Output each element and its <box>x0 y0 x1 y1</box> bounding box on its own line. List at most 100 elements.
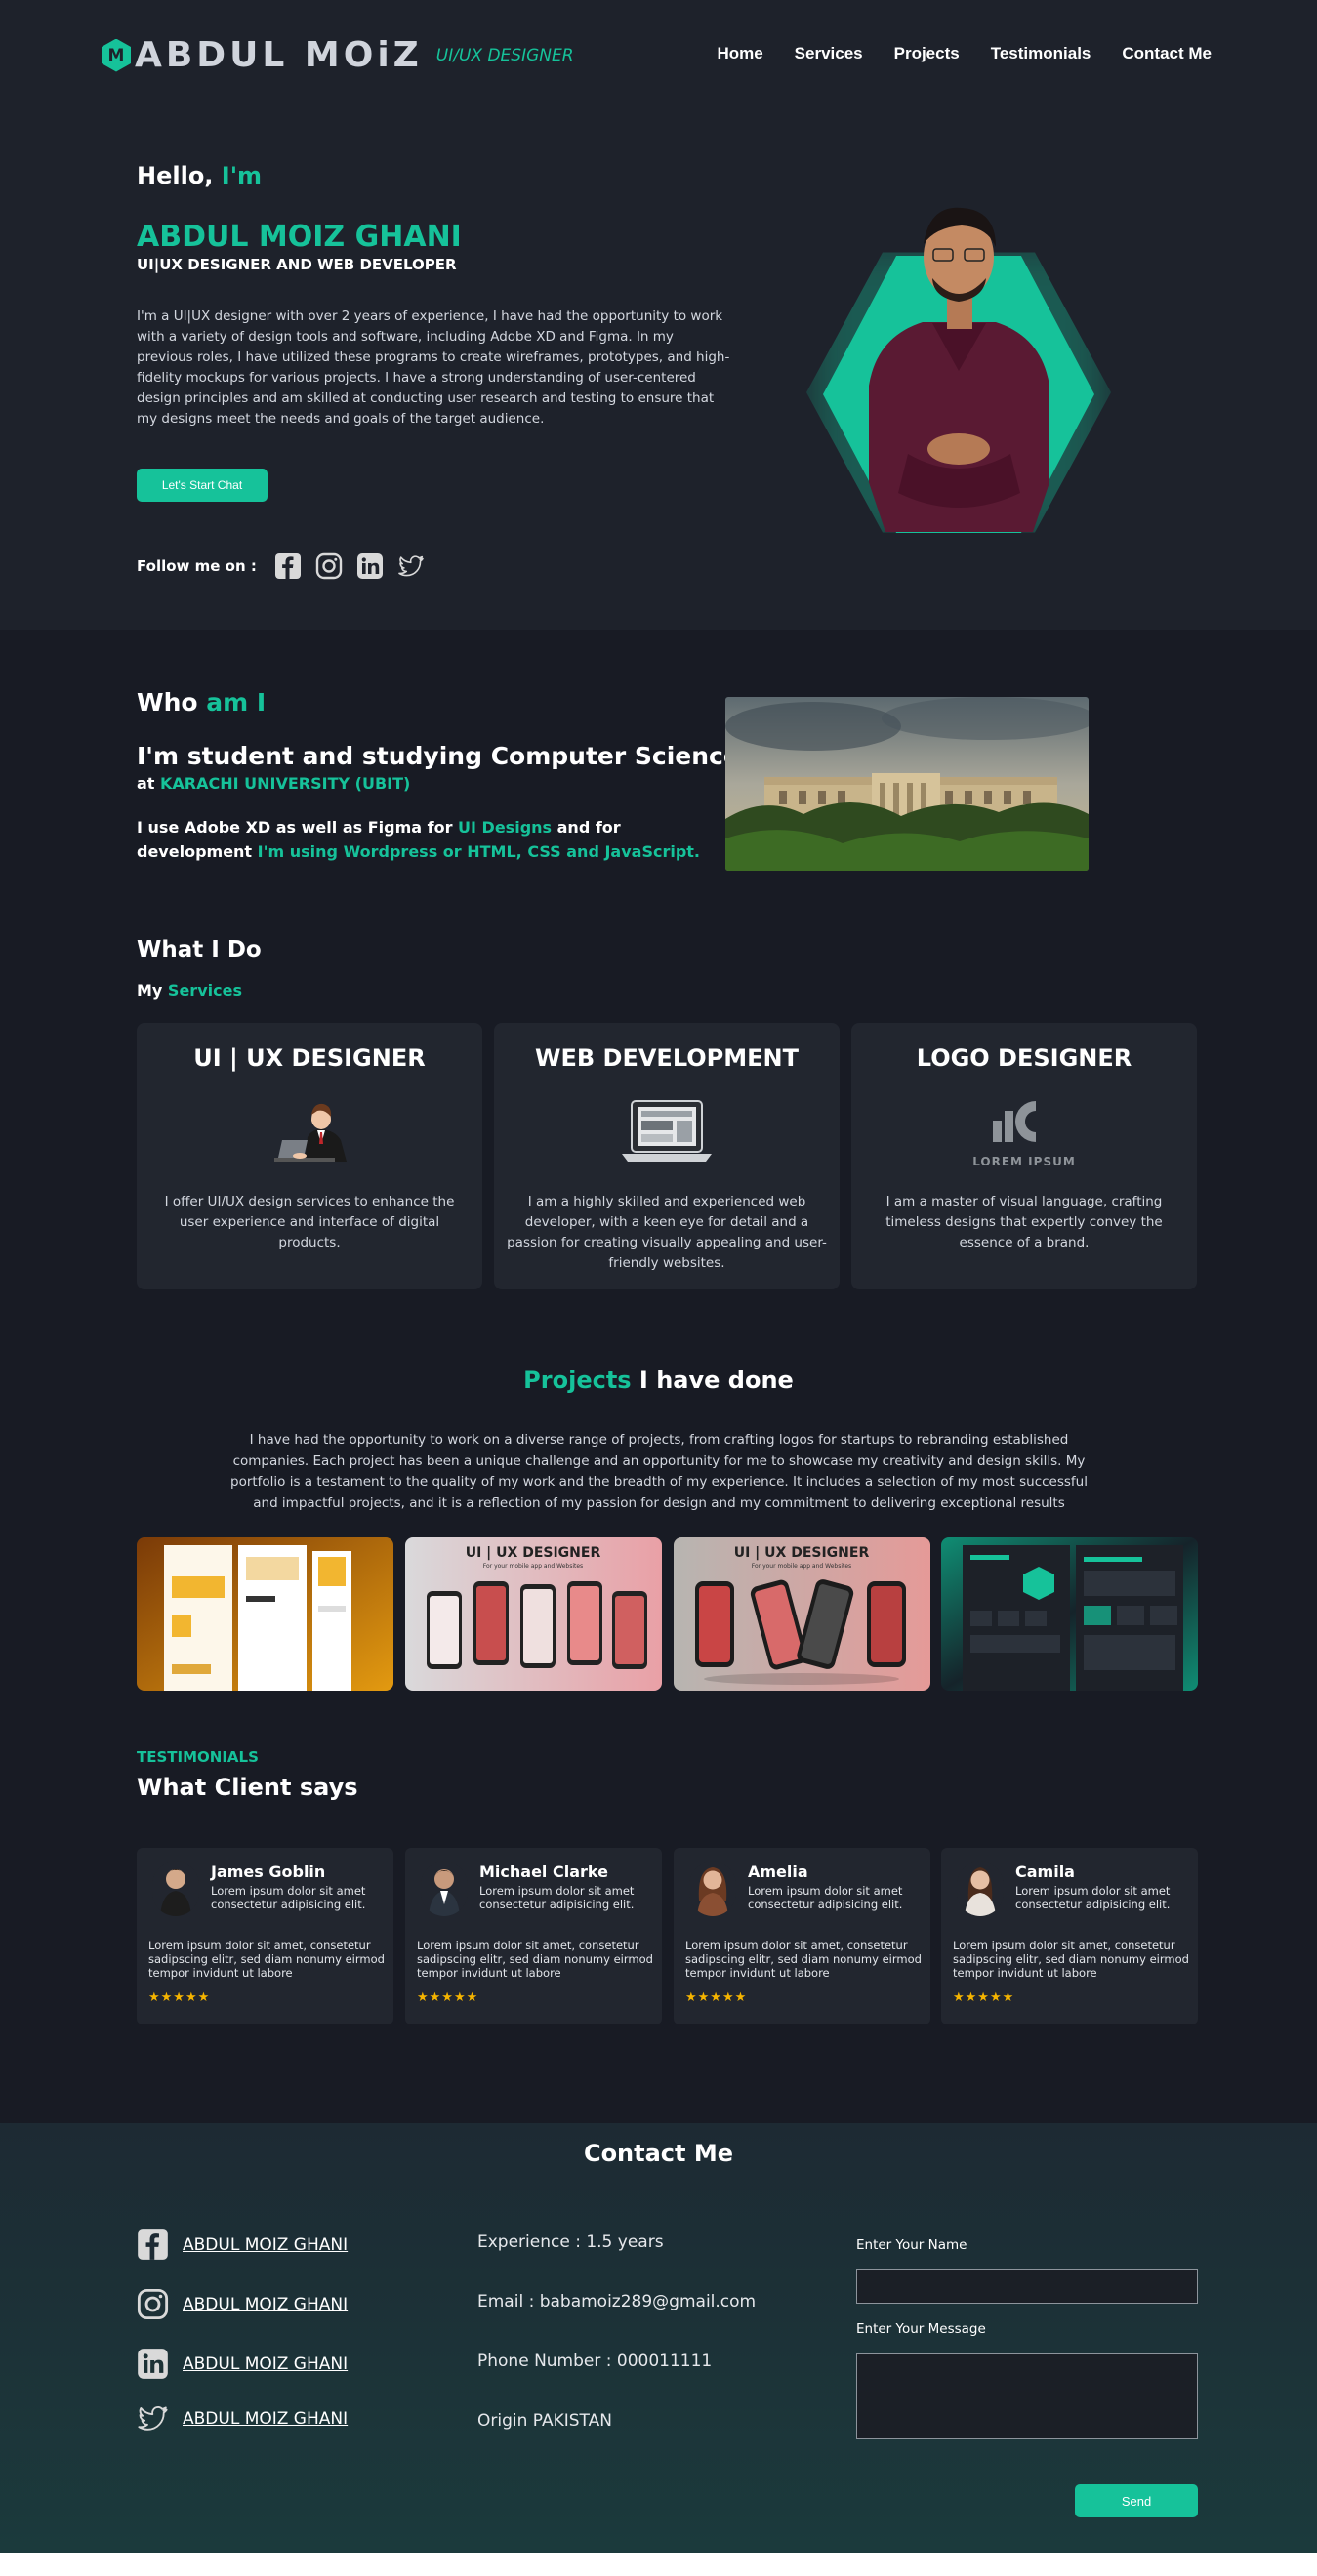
testimonials-title: What Client says <box>137 1774 358 1801</box>
rating-stars: ★★★★★ <box>953 1990 1015 2005</box>
project-thumbnail[interactable] <box>137 1537 393 1691</box>
testimonial-text: Lorem ipsum dolor sit amet, consetetur s… <box>685 1939 922 1980</box>
project-thumbnail[interactable]: UI | UX DESIGNER For your mobile app and… <box>674 1537 930 1691</box>
thumb-subtitle: For your mobile app and Websites <box>483 1563 583 1570</box>
thumb-title: UI | UX DESIGNER <box>734 1545 870 1561</box>
who-heading: Who am I <box>137 688 266 716</box>
who-desc-d: I'm using Wordpress or HTML, CSS and Jav… <box>257 842 700 861</box>
contact-link-facebook[interactable]: ABDUL MOIZ GHANI <box>137 2228 348 2261</box>
logo-sample-text: LOREM IPSUM <box>972 1155 1076 1168</box>
services-subheading: My Services <box>137 981 242 1000</box>
who-university: at KARACHI UNIVERSITY (UBIT) <box>137 774 410 793</box>
who-title: I'm student and studying Computer Scienc… <box>137 742 740 770</box>
hero-role: UI|UX DESIGNER AND WEB DEVELOPER <box>137 256 457 273</box>
greeting-accent: I'm <box>221 162 263 189</box>
client-role: Lorem ipsum dolor sit amet consectetur a… <box>479 1884 635 1911</box>
contact-title: Contact Me <box>583 2140 734 2167</box>
rating-stars: ★★★★★ <box>417 1990 479 2005</box>
service-title: LOGO DESIGNER <box>916 1044 1132 1072</box>
testimonial-card: Camila Lorem ipsum dolor sit amet consec… <box>941 1848 1198 2024</box>
contact-email: Email : babamoiz289@gmail.com <box>477 2292 757 2311</box>
twitter-icon[interactable] <box>397 552 425 580</box>
testimonial-text: Lorem ipsum dolor sit amet, consetetur s… <box>417 1939 653 1980</box>
testimonials-label: TESTIMONIALS <box>137 1748 259 1766</box>
service-card-uiux[interactable]: UI | UX DESIGNER I offer UI/UX design se… <box>137 1023 482 1289</box>
client-name: Michael Clarke <box>479 1862 608 1881</box>
hero-name: ABDUL MOIZ GHANI <box>137 220 462 254</box>
name-input[interactable] <box>856 2269 1198 2304</box>
contact-experience: Experience : 1.5 years <box>477 2232 664 2252</box>
service-description: I am a highly skilled and experienced we… <box>507 1194 827 1271</box>
portrait-image <box>869 207 1049 532</box>
site-logo[interactable]: M ABDUL MOiZ UI/UX DESIGNER <box>102 35 574 75</box>
contact-link-label: ABDUL MOIZ GHANI <box>183 2234 349 2255</box>
avatar <box>689 1861 736 1916</box>
thumb-title: UI | UX DESIGNER <box>466 1545 601 1561</box>
service-description: I am a master of visual language, crafti… <box>885 1194 1163 1250</box>
start-chat-button[interactable]: Let's Start Chat <box>137 469 268 502</box>
avatar <box>957 1861 1004 1916</box>
client-name: James Goblin <box>211 1862 326 1881</box>
who-desc-a: I use Adobe XD as well as Figma for <box>137 818 459 837</box>
nav-contact[interactable]: Contact Me <box>1122 44 1212 63</box>
client-role: Lorem ipsum dolor sit amet consectetur a… <box>1015 1884 1171 1911</box>
nav-projects[interactable]: Projects <box>894 44 960 63</box>
message-field-label: Enter Your Message <box>856 2321 986 2337</box>
service-card-logo[interactable]: LOGO DESIGNER LOREM IPSUM I am a master … <box>851 1023 1197 1289</box>
testimonial-card: Amelia Lorem ipsum dolor sit amet consec… <box>674 1848 930 2024</box>
contact-link-label: ABDUL MOIZ GHANI <box>183 2408 349 2429</box>
contact-phone: Phone Number : 000011111 <box>477 2351 713 2371</box>
university-name: KARACHI UNIVERSITY (UBIT) <box>160 774 411 793</box>
contact-link-linkedin[interactable]: ABDUL MOIZ GHANI <box>137 2348 348 2380</box>
client-name: Camila <box>1015 1862 1075 1881</box>
nav-home[interactable]: Home <box>717 44 762 63</box>
hero-bio: I'm a UI|UX designer with over 2 years o… <box>137 308 730 427</box>
nav-testimonials[interactable]: Testimonials <box>991 44 1091 63</box>
contact-link-label: ABDUL MOIZ GHANI <box>183 2353 349 2374</box>
logo-subtitle: UI/UX DESIGNER <box>435 45 574 65</box>
campus-image <box>725 697 1089 871</box>
message-input[interactable] <box>856 2353 1198 2439</box>
client-name: Amelia <box>748 1862 808 1881</box>
linkedin-icon <box>138 2349 168 2379</box>
who-description: I use Adobe XD as well as Figma for UI D… <box>137 815 722 864</box>
projects-heading-b: I have done <box>631 1367 794 1394</box>
linkedin-icon[interactable] <box>356 552 384 580</box>
avatar <box>152 1861 199 1916</box>
facebook-icon[interactable] <box>274 552 302 580</box>
who-heading-a: Who <box>137 688 207 716</box>
thumb-subtitle: For your mobile app and Websites <box>752 1563 851 1570</box>
client-role: Lorem ipsum dolor sit amet consectetur a… <box>211 1884 366 1911</box>
contact-link-label: ABDUL MOIZ GHANI <box>183 2294 349 2314</box>
page-bottom-strip <box>0 2553 1317 2576</box>
rating-stars: ★★★★★ <box>148 1990 211 2005</box>
project-thumbnail[interactable] <box>941 1537 1198 1691</box>
logo-mark-icon: M <box>102 38 131 72</box>
logo-name: ABDUL MOiZ <box>135 35 423 75</box>
send-button[interactable]: Send <box>1075 2484 1198 2517</box>
greeting-text: Hello, <box>137 162 222 189</box>
services-sub-a: My <box>137 981 168 1000</box>
instagram-icon[interactable] <box>315 552 343 580</box>
designer-at-laptop-icon <box>274 1103 347 1162</box>
hero-greeting: Hello, I'm <box>137 162 262 189</box>
client-role: Lorem ipsum dolor sit amet consectetur a… <box>748 1884 903 1911</box>
laptop-icon <box>622 1100 712 1162</box>
service-title: UI | UX DESIGNER <box>193 1044 426 1072</box>
services-heading: What I Do <box>137 937 262 962</box>
name-field-label: Enter Your Name <box>856 2237 967 2253</box>
project-thumbnail[interactable]: UI | UX DESIGNER For your mobile app and… <box>405 1537 662 1691</box>
projects-heading: Projects I have done <box>0 1367 1317 1394</box>
nav-services[interactable]: Services <box>795 44 863 63</box>
contact-link-twitter[interactable]: ABDUL MOIZ GHANI <box>137 2402 348 2434</box>
social-follow: Follow me on : <box>137 552 425 580</box>
main-nav: Home Services Projects Testimonials Cont… <box>717 44 1212 63</box>
contact-link-instagram[interactable]: ABDUL MOIZ GHANI <box>137 2288 348 2320</box>
service-title: WEB DEVELOPMENT <box>535 1044 799 1072</box>
projects-heading-a: Projects <box>523 1367 632 1394</box>
services-sub-b: Services <box>167 981 242 1000</box>
service-card-web[interactable]: WEB DEVELOPMENT I am a highly skilled an… <box>494 1023 840 1289</box>
rating-stars: ★★★★★ <box>685 1990 748 2005</box>
testimonial-card: James Goblin Lorem ipsum dolor sit amet … <box>137 1848 393 2024</box>
contact-origin: Origin PAKISTAN <box>477 2411 612 2431</box>
